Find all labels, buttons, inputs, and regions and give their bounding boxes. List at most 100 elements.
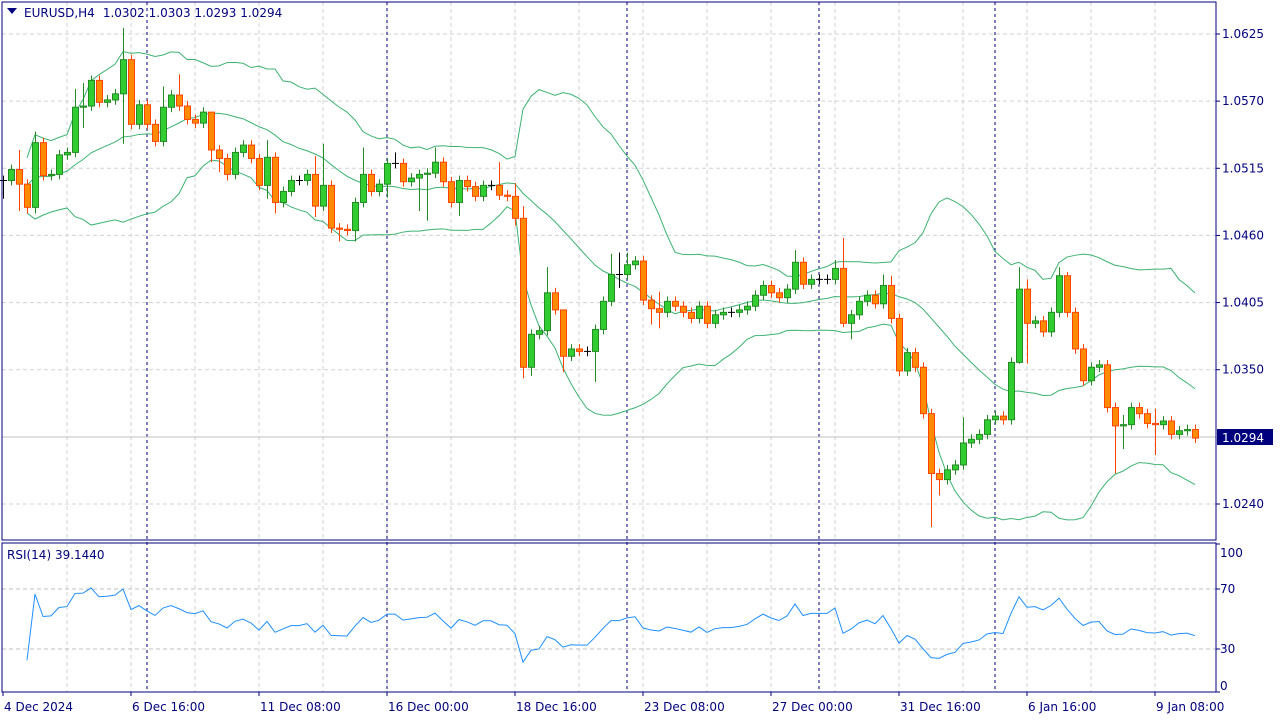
candle-body <box>144 104 151 125</box>
candle-body <box>1136 407 1143 415</box>
candle-body <box>800 261 807 285</box>
candle-body <box>8 169 15 181</box>
time-tick-label: 6 Jan 16:00 <box>1028 700 1096 714</box>
candle-body <box>936 472 943 481</box>
candle-body <box>384 162 391 185</box>
candle-body <box>48 173 55 177</box>
candle-bull <box>88 75 95 111</box>
candle-body <box>56 154 63 175</box>
candle-body <box>64 151 71 156</box>
candle-body <box>928 413 935 474</box>
price-tick-label: 1.0570 <box>1222 94 1264 108</box>
candle-body <box>560 309 567 357</box>
candle-body <box>1008 361 1015 421</box>
candle-body <box>240 144 247 153</box>
candle-bull <box>32 131 39 214</box>
candle-body <box>1104 364 1111 409</box>
candle-body <box>1000 415 1007 421</box>
candle-body <box>632 260 639 266</box>
candle-bull <box>136 99 143 130</box>
candle-body <box>232 151 239 175</box>
candle-body <box>168 94 175 108</box>
candle-body <box>328 184 335 229</box>
candle-body <box>1152 422 1159 426</box>
candle-body <box>208 111 215 151</box>
candle-body <box>1176 430 1183 435</box>
candle-body <box>808 278 815 285</box>
candle-body <box>968 438 975 444</box>
candle-body <box>256 158 263 186</box>
candle-body <box>776 292 783 299</box>
candle-body <box>848 314 855 324</box>
candle-bear <box>920 362 927 419</box>
time-tick-label: 31 Dec 16:00 <box>900 700 981 714</box>
time-tick-label: 23 Dec 08:00 <box>644 700 725 714</box>
candle-body <box>264 156 271 186</box>
time-tick-label: 18 Dec 16:00 <box>516 700 597 714</box>
candle-body <box>576 348 583 352</box>
candle-body <box>600 300 607 330</box>
candle-bull <box>56 149 63 180</box>
current-price-label: 1.0294 <box>1222 431 1264 445</box>
time-tick-label: 9 Jan 08:00 <box>1156 700 1224 714</box>
candle-body <box>920 366 927 415</box>
rsi-tick-label: 100 <box>1220 546 1243 560</box>
price-tick-label: 1.0240 <box>1222 497 1264 511</box>
rsi-tick-label: 30 <box>1220 642 1235 656</box>
candle-body <box>1072 311 1079 350</box>
candle-body <box>40 142 47 177</box>
candle-body <box>344 228 351 232</box>
candle-body <box>752 294 759 307</box>
candle-body <box>288 179 295 192</box>
rsi-tick-label: 70 <box>1220 582 1235 596</box>
candle-body <box>368 173 375 192</box>
candle-body <box>432 161 439 174</box>
candle-body <box>704 305 711 324</box>
candle-body <box>200 111 207 124</box>
candle-body <box>32 142 39 208</box>
candle-body <box>720 311 727 316</box>
time-tick-label: 16 Dec 00:00 <box>388 700 469 714</box>
time-tick-label: 6 Dec 16:00 <box>132 700 205 714</box>
candle-body <box>160 106 167 142</box>
chart-background <box>0 0 1280 720</box>
candle-body <box>744 305 751 311</box>
price-chart[interactable]: 1.0625 1.0570 1.0515 1.0460 1.0405 1.0350 1.02… <box>0 0 1280 720</box>
candle-bear <box>1064 272 1071 318</box>
candle-body <box>1080 348 1087 382</box>
candle-body <box>912 352 919 368</box>
candle-body <box>976 433 983 440</box>
candle-body <box>336 227 343 230</box>
candle-body <box>544 292 551 332</box>
candle-bear <box>328 180 335 233</box>
candle-body <box>192 118 199 124</box>
candle-body <box>528 333 535 368</box>
candle-body <box>888 284 895 319</box>
ohlc-values: 1.0302 1.0303 1.0293 1.0294 <box>103 6 282 20</box>
candle-body <box>784 288 791 299</box>
candle-body <box>944 469 951 481</box>
candle-body <box>176 94 183 107</box>
candle-body <box>960 442 967 466</box>
candle-body <box>520 217 527 368</box>
candle-bull <box>600 296 607 335</box>
candle-body <box>16 169 23 185</box>
candle-body <box>1016 288 1023 363</box>
candle-body <box>792 261 799 290</box>
candle-body <box>536 330 543 335</box>
candle-body <box>304 173 311 181</box>
candle-bear <box>800 257 807 290</box>
candle-body <box>1024 288 1031 324</box>
candle-body <box>224 158 231 175</box>
candle-body <box>1048 311 1055 333</box>
time-tick-label: 4 Dec 2024 <box>4 700 73 714</box>
candle-body <box>248 144 255 160</box>
time-tick-label: 27 Dec 00:00 <box>772 700 853 714</box>
candle-body <box>416 173 423 179</box>
candle-body <box>1112 407 1119 427</box>
candle-body <box>448 181 455 203</box>
candle-body <box>440 161 447 183</box>
candle-body <box>112 93 119 101</box>
candle-body <box>88 79 95 107</box>
candle-body <box>376 183 383 192</box>
